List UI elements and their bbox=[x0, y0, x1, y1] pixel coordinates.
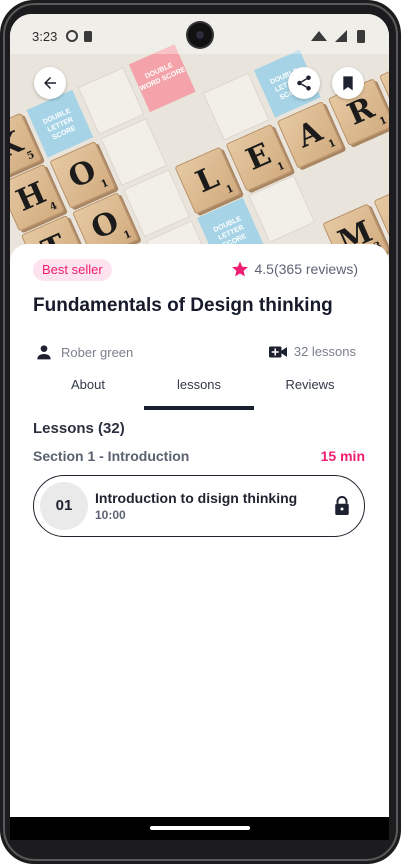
signal-battery-icons bbox=[311, 30, 365, 43]
lesson-duration: 10:00 bbox=[95, 508, 126, 522]
status-time: 3:23 bbox=[32, 29, 58, 44]
course-details-sheet: Best seller 4.5(365 reviews) Fundamental… bbox=[10, 244, 389, 840]
best-seller-badge: Best seller bbox=[33, 259, 112, 281]
person-icon bbox=[37, 345, 51, 360]
home-indicator[interactable] bbox=[150, 826, 250, 830]
star-icon bbox=[231, 261, 248, 277]
course-lesson-count: 32 lessons bbox=[268, 344, 356, 359]
course-title: Fundamentals of Design thinking bbox=[33, 295, 333, 316]
author-name: Rober green bbox=[61, 344, 134, 360]
lesson-item[interactable]: 01 Introduction to disign thinking 10:00 bbox=[33, 475, 365, 537]
lesson-number: 01 bbox=[40, 482, 88, 530]
tab-reviews[interactable]: Reviews bbox=[255, 370, 365, 410]
rating-text: 4.5(365 reviews) bbox=[254, 261, 359, 277]
share-icon bbox=[297, 75, 311, 91]
section-title: Section 1 - Introduction bbox=[33, 448, 190, 464]
bookmark-button[interactable] bbox=[332, 67, 364, 99]
front-camera bbox=[188, 23, 212, 47]
phone-frame: T1 O1 L1 E1 A1 R1 N1 H4 O1 K5 DOUBLE LET… bbox=[0, 0, 401, 864]
course-tabs: About lessons Reviews bbox=[33, 370, 367, 410]
share-button[interactable] bbox=[288, 67, 320, 99]
active-tab-indicator bbox=[144, 406, 254, 410]
status-bar: 3:23 bbox=[10, 14, 389, 54]
video-camera-icon bbox=[268, 345, 287, 358]
lock-icon bbox=[335, 496, 349, 515]
back-button[interactable] bbox=[34, 67, 66, 99]
arrow-left-icon bbox=[44, 77, 56, 89]
notification-icons bbox=[66, 30, 92, 42]
lessons-heading: Lessons (32) bbox=[33, 420, 125, 437]
section-duration: 15 min bbox=[320, 448, 365, 464]
bookmark-icon bbox=[343, 76, 353, 91]
tab-lessons[interactable]: lessons bbox=[144, 370, 254, 410]
lesson-title: Introduction to disign thinking bbox=[95, 490, 298, 506]
course-cover-image: T1 O1 L1 E1 A1 R1 N1 H4 O1 K5 DOUBLE LET… bbox=[10, 14, 389, 264]
system-nav-bar bbox=[10, 817, 389, 840]
course-author: Rober green bbox=[36, 344, 133, 360]
lessons-count: 32 lessons bbox=[293, 344, 356, 359]
tab-about[interactable]: About bbox=[33, 370, 143, 410]
course-rating: 4.5(365 reviews) bbox=[231, 260, 359, 278]
app-screen: T1 O1 L1 E1 A1 R1 N1 H4 O1 K5 DOUBLE LET… bbox=[10, 14, 389, 840]
